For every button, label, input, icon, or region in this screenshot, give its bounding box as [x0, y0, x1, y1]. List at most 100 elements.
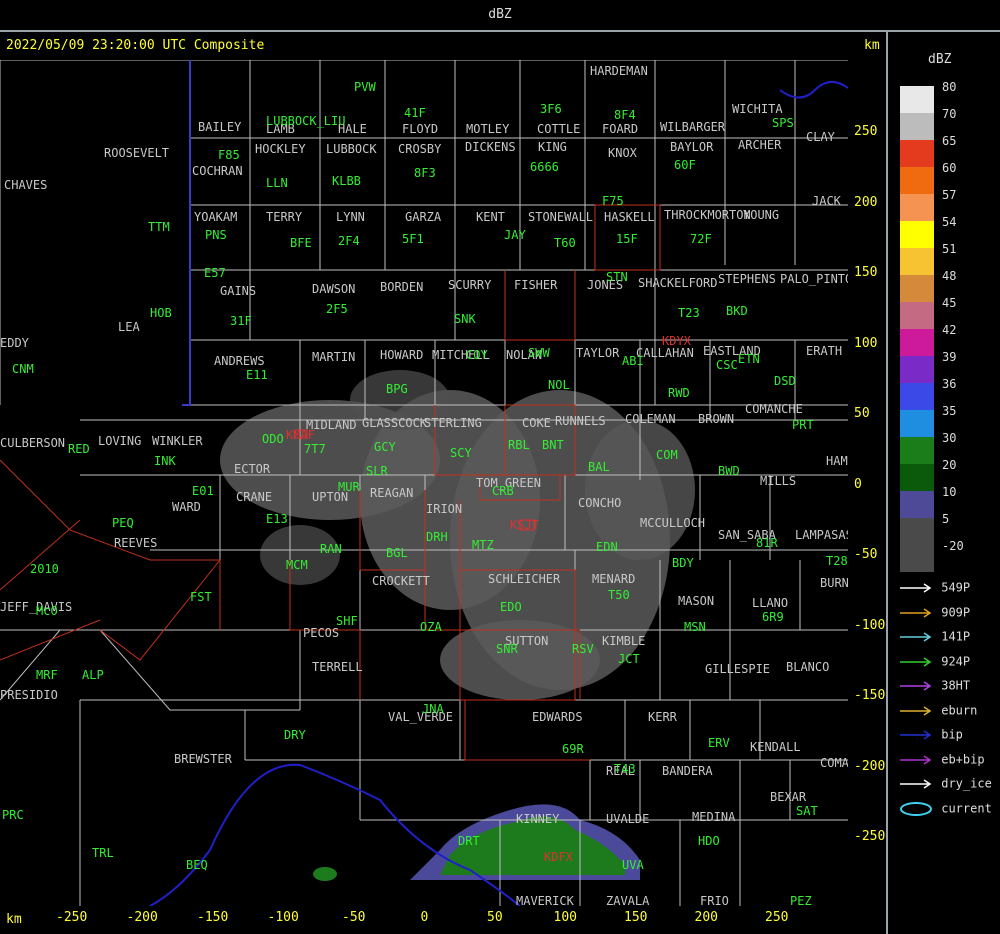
legend-value-label: 42: [942, 323, 957, 337]
county-label: TERRY: [266, 210, 303, 224]
station-label: ERV: [708, 736, 730, 750]
county-label: BLANCO: [786, 660, 830, 674]
county-label: MASON: [678, 594, 715, 608]
x-tick-label: -100: [267, 910, 299, 925]
county-label: SCURRY: [448, 278, 492, 292]
county-label: MEDINA: [692, 810, 736, 824]
legend-swatch: [900, 248, 934, 275]
y-tick-label: 250: [854, 124, 878, 139]
station-label: ODO: [262, 432, 284, 446]
county-label: ZAVALA: [606, 894, 650, 906]
county-label: LAMPASAS: [795, 528, 848, 542]
station-label: LLN: [266, 176, 288, 190]
legend-track-label: bip: [934, 727, 963, 742]
station-label: 2F4: [338, 234, 360, 248]
station-label: McO: [36, 604, 58, 618]
radar-map[interactable]: HARDEMAN WICHITA CLAY BAILEY LAMB HALE F…: [0, 60, 848, 906]
arrow-icon: [900, 779, 932, 789]
county-label: HASKELL: [604, 210, 655, 224]
station-label: BNT: [542, 438, 564, 452]
county-label: TAYLOR: [576, 346, 620, 360]
legend-swatch: [900, 464, 934, 491]
county-label: PALO_PINTO: [780, 272, 848, 286]
legend-swatch: [900, 356, 934, 383]
station-label: TTM: [148, 220, 170, 234]
x-tick-label: -250: [56, 910, 88, 925]
county-label: LOVING: [98, 434, 142, 448]
county-label: ERATH: [806, 344, 843, 358]
legend-value-label: 60: [942, 161, 957, 175]
legend-swatch: [900, 140, 934, 167]
legend-swatch: [900, 383, 934, 410]
county-label: LLANO: [752, 596, 789, 610]
county-label: EDWARDS: [532, 710, 583, 724]
legend-track-label: eb+bip: [934, 752, 985, 766]
legend-value-label: 5: [942, 512, 950, 526]
county-label: GARZA: [405, 210, 442, 224]
county-label: BEXAR: [770, 790, 807, 804]
legend-value-label: 65: [942, 134, 957, 148]
county-label: ANDREWS: [214, 354, 265, 368]
county-label: GAINS: [220, 284, 257, 298]
station-label: PNS: [205, 228, 227, 242]
station-label: STN: [606, 270, 628, 284]
nm-border: [182, 60, 191, 406]
station-label: T60: [554, 236, 576, 250]
legend-swatch: [900, 518, 934, 545]
station-label: E13: [266, 512, 288, 526]
county-label: COMANCHE: [745, 402, 803, 416]
county-label: MILLS: [760, 474, 797, 488]
county-label: EDDY: [0, 336, 29, 350]
y-tick-label: 200: [854, 194, 878, 210]
timestamp-label: 2022/05/09 23:20:00 UTC Composite: [6, 38, 265, 53]
county-label: YOUNG: [743, 208, 780, 222]
county-label: SHACKELFORD: [638, 276, 718, 290]
x-tick-label: 0: [420, 910, 429, 925]
station-label: HDO: [698, 834, 720, 848]
legend-track-label: dry_ice: [934, 776, 992, 791]
county-label: JACK: [812, 194, 841, 208]
county-label: COKE: [522, 416, 551, 430]
station-label: T28: [826, 554, 848, 568]
legend-title: dBZ: [928, 52, 952, 67]
county-label: HOWARD: [380, 348, 424, 362]
km-unit-top: km: [864, 38, 880, 53]
station-label: BEQ: [186, 858, 208, 872]
station-label: 72F: [690, 232, 712, 246]
county-label: MAVERICK: [516, 894, 574, 906]
county-label: WILBARGER: [660, 120, 726, 134]
station-label: RED: [68, 442, 90, 456]
station-label: BPG: [386, 382, 408, 396]
legend-track-label: 924P: [934, 654, 971, 668]
legend-swatch: [900, 545, 934, 572]
legend-value-label: 10: [942, 485, 957, 499]
county-label: BANDERA: [662, 764, 713, 778]
radar-site-label: KSJT: [510, 518, 539, 532]
map-graphics: [0, 60, 848, 906]
legend-swatch: [900, 194, 934, 221]
station-label: PRT: [792, 418, 814, 432]
station-label: UVA: [622, 858, 644, 872]
station-label: INK: [154, 454, 176, 468]
station-label: 5F1: [402, 232, 424, 246]
ellipse-icon: [900, 801, 932, 816]
county-label: MARTIN: [312, 350, 356, 364]
county-label: CALLAHAN: [636, 346, 694, 360]
station-label: NOL: [548, 378, 570, 392]
station-label: 41F: [404, 106, 426, 120]
legend-value-label: 70: [942, 107, 957, 121]
station-label: 8F4: [614, 108, 636, 122]
legend-track-row: 924P: [898, 654, 970, 670]
county-label: BROWN: [698, 412, 735, 426]
radar-site-label: KDYX: [662, 334, 691, 348]
county-label: DICKENS: [465, 140, 516, 154]
station-label: F75: [602, 194, 624, 208]
county-label: COLEMAN: [625, 412, 676, 426]
county-label: ARCHER: [738, 138, 782, 152]
county-label: CRANE: [236, 490, 273, 504]
legend-track-label: 549P: [934, 580, 971, 595]
legend-track-row: dry_ice: [898, 776, 992, 792]
station-label: MTZ: [472, 538, 494, 552]
station-label: RWD: [668, 386, 690, 400]
county-label: PECOS: [303, 626, 340, 640]
